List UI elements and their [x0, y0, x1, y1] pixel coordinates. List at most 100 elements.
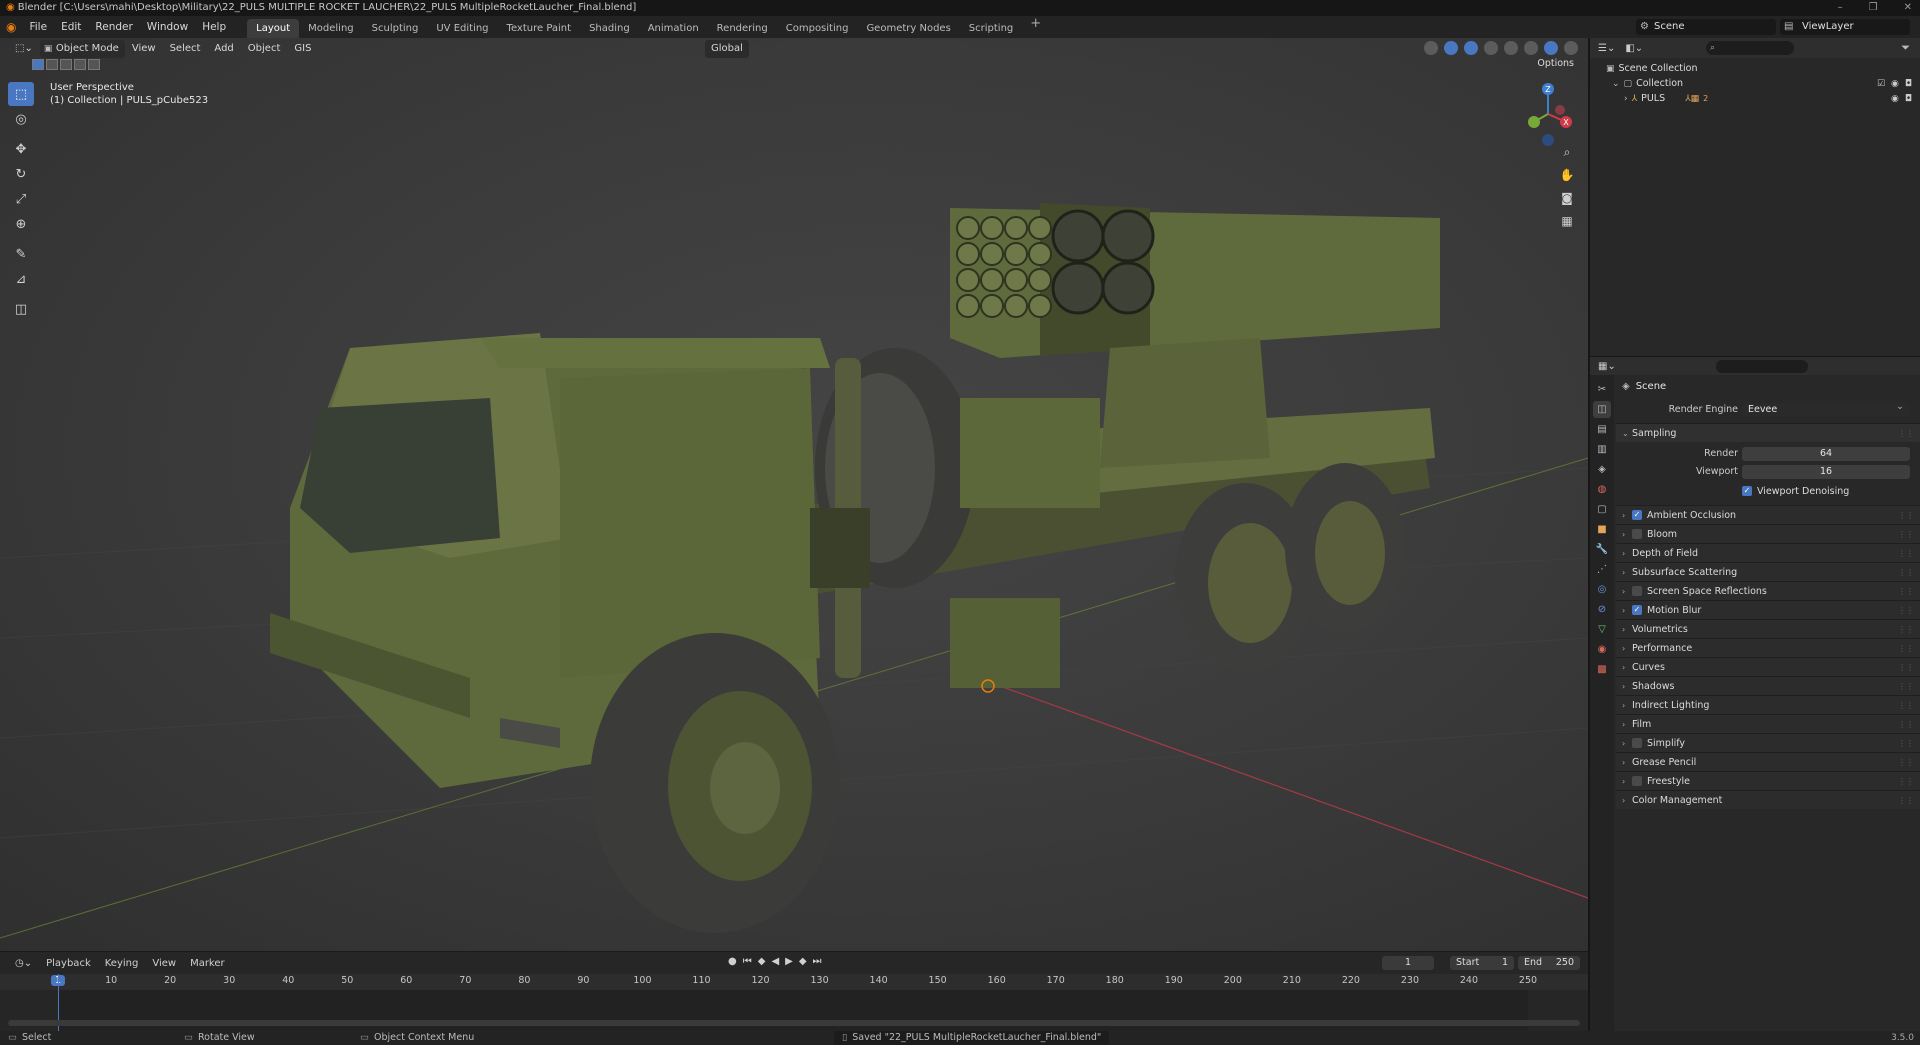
menu-file[interactable]: File	[22, 16, 54, 38]
view-layer-tab-icon[interactable]: ▥	[1593, 441, 1611, 458]
freestyle-checkbox[interactable]	[1632, 776, 1642, 786]
camera-view-icon[interactable]: ◙	[1558, 190, 1576, 206]
drag-grip-icon[interactable]: ⋮⋮	[1898, 511, 1914, 520]
xray-icon[interactable]	[1484, 41, 1498, 55]
play-icon[interactable]: ▶	[785, 956, 793, 967]
render-engine-dropdown[interactable]: Eevee	[1742, 400, 1910, 417]
panel-shadows[interactable]: › Shadows ⋮⋮	[1616, 676, 1920, 695]
wireframe-shading-icon[interactable]	[1504, 41, 1518, 55]
constraints-tab-icon[interactable]: ⊘	[1593, 601, 1611, 618]
panel-simplify[interactable]: › Simplify ⋮⋮	[1616, 733, 1920, 752]
3d-viewport[interactable]: ⬚⌄ Object Mode View Select Add Object GI…	[0, 38, 1588, 951]
timeline-scrollbar[interactable]	[8, 1020, 1580, 1026]
end-frame-field[interactable]: End 250	[1518, 956, 1580, 970]
drag-grip-icon[interactable]: ⋮⋮	[1898, 429, 1914, 438]
drag-grip-icon[interactable]: ⋮⋮	[1898, 587, 1914, 596]
neg-x-handle-icon[interactable]	[1555, 105, 1565, 115]
select-subtract-icon[interactable]	[60, 59, 72, 70]
scene-tab-icon[interactable]: ◈	[1593, 461, 1611, 478]
rotate-tool-icon[interactable]: ↻	[8, 162, 34, 186]
add-workspace-icon[interactable]: +	[1022, 16, 1049, 38]
record-icon[interactable]: ●	[728, 956, 737, 967]
properties-search-input[interactable]	[1716, 360, 1808, 373]
move-tool-icon[interactable]: ✥	[8, 137, 34, 161]
drag-grip-icon[interactable]: ⋮⋮	[1898, 796, 1914, 805]
panel-volumetrics[interactable]: › Volumetrics ⋮⋮	[1616, 619, 1920, 638]
overlay-toggle-icon[interactable]	[1464, 41, 1478, 55]
screen-space-reflections-checkbox[interactable]	[1632, 586, 1642, 596]
panel-screen-space-reflections[interactable]: › Screen Space Reflections ⋮⋮	[1616, 581, 1920, 600]
timeline-menu-view[interactable]: View	[145, 958, 183, 969]
jump-end-icon[interactable]: ⏭	[813, 956, 822, 967]
viewport-menu-view[interactable]: View	[125, 40, 163, 58]
gizmo-toggle-icon[interactable]	[1444, 41, 1458, 55]
panel-ambient-occlusion[interactable]: › ✓ Ambient Occlusion ⋮⋮	[1616, 505, 1920, 524]
timeline-menu-playback[interactable]: Playback	[39, 958, 98, 969]
output-tab-icon[interactable]: ▤	[1593, 421, 1611, 438]
tab-rendering[interactable]: Rendering	[708, 19, 777, 38]
tab-geometry-nodes[interactable]: Geometry Nodes	[857, 19, 959, 38]
viewport-samples-field[interactable]: 16	[1742, 465, 1910, 479]
eye-icon[interactable]: ◉	[1891, 79, 1899, 89]
options-dropdown[interactable]: Options	[1537, 58, 1574, 69]
object-tab-icon[interactable]: ■	[1593, 521, 1611, 538]
viewport-denoising-row[interactable]: ✓ Viewport Denoising	[1616, 481, 1920, 501]
bloom-checkbox[interactable]	[1632, 529, 1642, 539]
tab-animation[interactable]: Animation	[639, 19, 708, 38]
zoom-icon[interactable]: ⌕	[1558, 144, 1576, 160]
timeline-menu-keying[interactable]: Keying	[98, 958, 146, 969]
neg-z-handle-icon[interactable]	[1542, 134, 1554, 146]
tab-compositing[interactable]: Compositing	[777, 19, 858, 38]
tab-sculpting[interactable]: Sculpting	[363, 19, 428, 38]
close-button[interactable]: ✕	[1904, 0, 1912, 16]
texture-tab-icon[interactable]: ▩	[1593, 661, 1611, 678]
select-intersect-icon[interactable]	[88, 59, 100, 70]
camera-icon[interactable]: ◘	[1905, 79, 1912, 89]
tab-texture-paint[interactable]: Texture Paint	[498, 19, 581, 38]
panel-color-management[interactable]: › Color Management ⋮⋮	[1616, 790, 1920, 809]
y-axis-handle-icon[interactable]	[1528, 116, 1540, 128]
panel-curves[interactable]: › Curves ⋮⋮	[1616, 657, 1920, 676]
jump-start-icon[interactable]: ⏮	[743, 956, 752, 967]
viewport-menu-object[interactable]: Object	[241, 40, 288, 58]
outliner-row-puls[interactable]: › ⅄ PULS ⅄▦ 2 ◉ ◘	[1590, 91, 1920, 106]
prev-keyframe-icon[interactable]: ◆	[758, 956, 766, 967]
expand-collection-icon[interactable]: ⌄	[1612, 79, 1620, 89]
solid-shading-icon[interactable]	[1524, 41, 1538, 55]
physics-tab-icon[interactable]: ◎	[1593, 581, 1611, 598]
panel-film[interactable]: › Film ⋮⋮	[1616, 714, 1920, 733]
eye-icon[interactable]: ◉	[1891, 94, 1899, 104]
ortho-toggle-icon[interactable]: ▦	[1558, 213, 1576, 229]
select-invert-icon[interactable]	[74, 59, 86, 70]
scene-selector[interactable]: ⚙ Scene	[1636, 19, 1776, 35]
material-tab-icon[interactable]: ◉	[1593, 641, 1611, 658]
tab-modeling[interactable]: Modeling	[299, 19, 363, 38]
drag-grip-icon[interactable]: ⋮⋮	[1898, 682, 1914, 691]
drag-grip-icon[interactable]: ⋮⋮	[1898, 530, 1914, 539]
collection-tab-icon[interactable]: ▢	[1593, 501, 1611, 518]
panel-motion-blur[interactable]: › ✓ Motion Blur ⋮⋮	[1616, 600, 1920, 619]
drag-grip-icon[interactable]: ⋮⋮	[1898, 568, 1914, 577]
timeline-editor-type-icon[interactable]: ◷⌄	[8, 958, 39, 969]
rocket-launcher-truck-model[interactable]	[270, 203, 1440, 933]
drag-grip-icon[interactable]: ⋮⋮	[1898, 549, 1914, 558]
navigation-gizmo[interactable]: Z X	[1524, 80, 1580, 150]
exclude-checkbox-icon[interactable]: ☑	[1877, 79, 1885, 89]
pan-hand-icon[interactable]: ✋	[1558, 167, 1576, 183]
editor-type-icon[interactable]: ⬚⌄	[8, 40, 40, 58]
minimize-button[interactable]: –	[1838, 0, 1843, 16]
ambient-occlusion-checkbox[interactable]: ✓	[1632, 510, 1642, 520]
modifier-tab-icon[interactable]: 🔧	[1593, 541, 1611, 558]
tab-uv-editing[interactable]: UV Editing	[427, 19, 497, 38]
particles-tab-icon[interactable]: ⋰	[1593, 561, 1611, 578]
panel-performance[interactable]: › Performance ⋮⋮	[1616, 638, 1920, 657]
outliner-search-input[interactable]	[1706, 41, 1794, 55]
annotate-tool-icon[interactable]: ✎	[8, 242, 34, 266]
transform-tool-icon[interactable]: ⊕	[8, 212, 34, 236]
viewport-menu-select[interactable]: Select	[163, 40, 208, 58]
drag-grip-icon[interactable]: ⋮⋮	[1898, 739, 1914, 748]
menu-edit[interactable]: Edit	[54, 16, 88, 38]
data-tab-icon[interactable]: ▽	[1593, 621, 1611, 638]
tool-tab-icon[interactable]: ✂	[1593, 381, 1611, 398]
material-preview-shading-icon[interactable]	[1544, 41, 1558, 55]
